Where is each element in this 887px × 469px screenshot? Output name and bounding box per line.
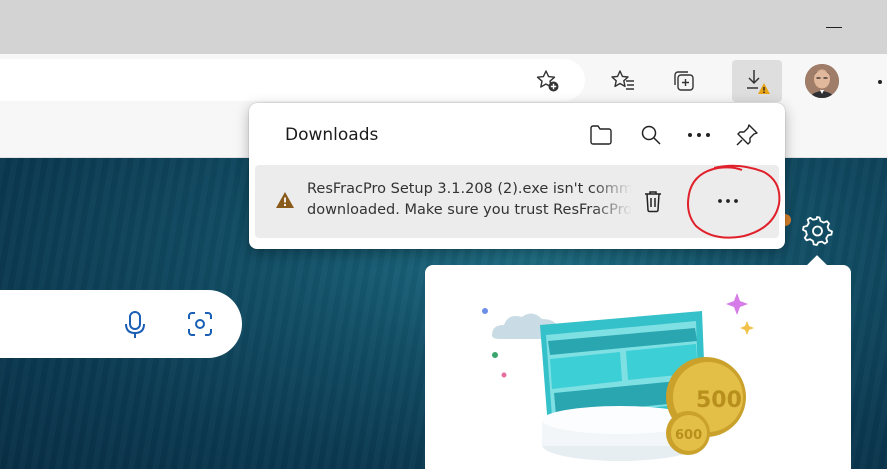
mic-icon[interactable] <box>122 310 148 344</box>
title-bar <box>0 0 887 54</box>
search-icon[interactable] <box>635 119 667 151</box>
address-bar[interactable] <box>0 59 585 101</box>
promo-illustration: 500 600 <box>482 293 754 461</box>
download-item[interactable]: ResFracPro Setup 3.1.208 (2).exe isn't c… <box>255 165 779 238</box>
search-box[interactable] <box>0 290 242 358</box>
download-message: ResFracPro Setup 3.1.208 (2).exe isn't c… <box>307 179 632 221</box>
more-icon[interactable] <box>683 119 715 151</box>
gear-icon[interactable] <box>801 214 833 250</box>
add-favorite-icon[interactable] <box>531 64 565 98</box>
download-message-line2: downloaded. Make sure you trust ResFracP… <box>307 202 632 218</box>
profile-avatar[interactable] <box>805 64 839 98</box>
download-message-line1: ResFracPro Setup 3.1.208 (2).exe isn't c… <box>307 181 632 197</box>
downloads-title: Downloads <box>285 125 379 145</box>
downloads-flyout: Downloads ResFracPro Setup 3.1.208 (2).e… <box>249 103 785 249</box>
coin-value-600: 600 <box>675 428 702 443</box>
more-icon[interactable] <box>878 80 882 84</box>
favorites-icon[interactable] <box>606 64 640 98</box>
browser-toolbar <box>0 54 887 108</box>
delete-icon[interactable] <box>637 184 669 218</box>
downloads-warning-icon[interactable] <box>732 60 782 102</box>
more-actions-icon[interactable] <box>710 186 746 216</box>
open-folder-icon[interactable] <box>585 119 617 151</box>
warning-icon <box>275 191 295 213</box>
visual-search-icon[interactable] <box>185 309 215 343</box>
pin-icon[interactable] <box>731 119 763 151</box>
coin-value-500: 500 <box>696 388 742 413</box>
minimize-button[interactable] <box>814 14 854 38</box>
collections-icon[interactable] <box>667 64 701 98</box>
